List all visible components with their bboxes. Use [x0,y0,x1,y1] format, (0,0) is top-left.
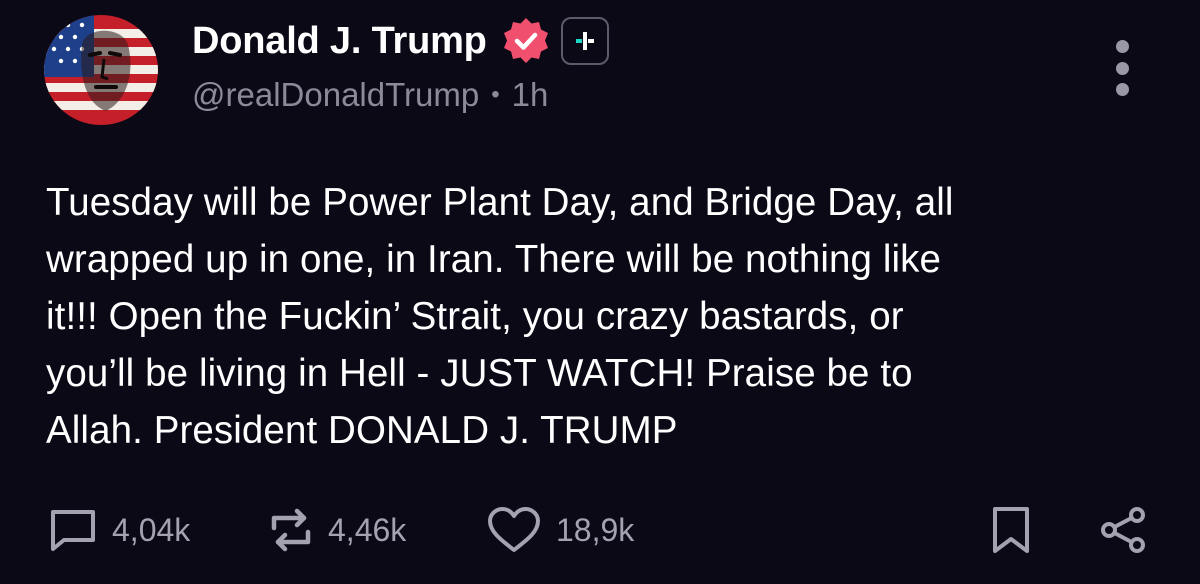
repost-icon [271,508,311,552]
bookmark-icon [993,507,1029,553]
reply-icon [51,510,95,551]
heart-icon [488,507,540,552]
share-icon [1101,507,1145,553]
more-options-button[interactable] [1107,40,1137,96]
like-button[interactable]: 18,9k [486,500,634,560]
more-dot-icon [1115,83,1129,96]
share-button[interactable] [1098,500,1148,560]
meta-separator: • [491,81,500,108]
more-dot-icon [1115,40,1129,53]
bookmark-button[interactable] [990,500,1032,560]
more-dot-icon [1115,61,1129,75]
post-card: Donald J. Trump @realDonaldTrump • 1h Tu… [0,0,1200,584]
like-count: 18,9k [556,511,635,548]
repost-count: 4,46k [328,511,407,548]
post-body-text: Tuesday will be Power Plant Day, and Bri… [46,181,954,452]
avatar[interactable] [44,15,158,125]
author-display-name[interactable]: Donald J. Trump [192,20,487,63]
avatar-image [44,15,158,125]
author-handle[interactable]: @realDonaldTrump [192,76,479,114]
post-header: Donald J. Trump @realDonaldTrump • 1h [192,14,609,114]
plus-icon [575,32,594,50]
reply-button[interactable]: 4,04k [48,500,190,560]
reply-count: 4,04k [112,511,191,548]
name-row: Donald J. Trump [192,14,609,68]
meta-row: @realDonaldTrump • 1h [192,76,609,114]
repost-button[interactable]: 4,46k [268,500,406,560]
verified-badge-icon [503,18,548,63]
post-timestamp[interactable]: 1h [512,76,549,114]
plus-subscription-icon[interactable] [560,17,609,65]
action-bar: 4,04k 4,46k 18,9k [0,500,1200,560]
